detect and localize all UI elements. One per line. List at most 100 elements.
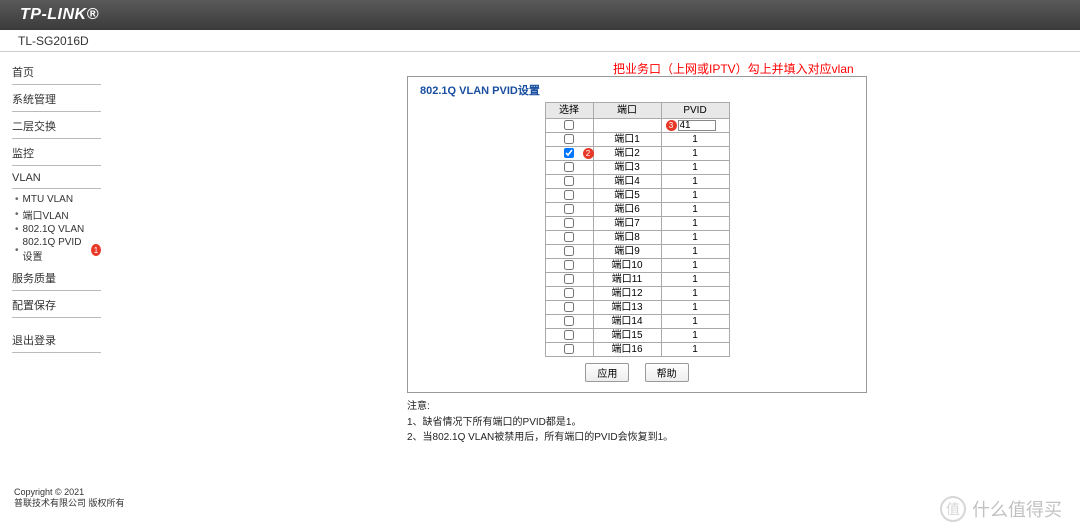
th-select: 选择 [545,103,593,119]
annotation-badge-3: 3 [666,120,677,131]
row-checkbox[interactable] [564,330,574,340]
row-checkbox[interactable] [564,190,574,200]
pvid-cell: 1 [661,287,729,301]
row-checkbox[interactable] [564,232,574,242]
row-checkbox[interactable] [564,344,574,354]
app-header: TP-LINK® [0,0,1080,30]
row-checkbox[interactable] [564,218,574,228]
port-cell: 端口11 [593,273,661,287]
pvid-cell: 1 [661,273,729,287]
port-cell: 端口7 [593,217,661,231]
table-row: 端口11 [545,133,729,147]
row-checkbox[interactable] [564,148,574,158]
pvid-cell: 1 [661,301,729,315]
table-row: 端口71 [545,217,729,231]
annotation-text: 把业务口（上网或IPTV）勾上并填入对应vlan [613,60,854,77]
table-row: 端口151 [545,329,729,343]
port-cell: 端口16 [593,343,661,357]
table-row: 端口51 [545,189,729,203]
sidebar-item-l2switch[interactable]: 二层交换 [12,116,101,139]
port-cell: 端口12 [593,287,661,301]
row-checkbox[interactable] [564,274,574,284]
pvid-input[interactable] [678,120,716,131]
annotation-badge-1: 1 [91,244,101,256]
pvid-cell: 1 [661,259,729,273]
pvid-cell: 1 [661,315,729,329]
sidebar-item-sysmgmt[interactable]: 系统管理 [12,89,101,112]
sidebar-item-monitor[interactable]: 监控 [12,143,101,166]
table-row: 端口161 [545,343,729,357]
table-row: 端口61 [545,203,729,217]
note-line-1: 1、缺省情况下所有端口的PVID都是1。 [407,413,867,428]
sidebar: 首页 系统管理 二层交换 监控 VLAN MTU VLAN 端口VLAN 802… [0,52,113,528]
row-checkbox[interactable] [564,302,574,312]
note-line-2: 2、当802.1Q VLAN被禁用后，所有端口的PVID会恢复到1。 [407,428,867,443]
pvid-cell: 1 [661,231,729,245]
row-checkbox[interactable] [564,288,574,298]
table-row: 端口101 [545,259,729,273]
sidebar-item-label: MTU VLAN [23,194,74,205]
pvid-cell: 1 [661,175,729,189]
pvid-cell: 1 [661,133,729,147]
row-checkbox[interactable] [564,176,574,186]
sidebar-item-dot1qvlan[interactable]: 802.1Q VLAN [12,223,101,236]
sidebar-item-home[interactable]: 首页 [12,62,101,85]
pvid-cell: 1 [661,245,729,259]
row-checkbox[interactable] [564,204,574,214]
sidebar-item-portvlan[interactable]: 端口VLAN [12,206,101,223]
sidebar-item-qos[interactable]: 服务质量 [12,268,101,291]
help-button[interactable]: 帮助 [645,363,689,382]
port-cell: 端口8 [593,231,661,245]
pvid-cell: 1 [661,161,729,175]
th-port: 端口 [593,103,661,119]
sidebar-item-pvid[interactable]: 802.1Q PVID设置 1 [12,236,101,264]
copyright: Copyright © 2021 普联技术有限公司 版权所有 [14,487,125,510]
table-row: 端口91 [545,245,729,259]
table-row: 端口131 [545,301,729,315]
sidebar-item-label: 802.1Q VLAN [23,224,85,235]
port-cell: 端口6 [593,203,661,217]
copyright-line1: Copyright © 2021 [14,487,125,499]
pvid-cell: 1 [661,147,729,161]
watermark-icon: 值 [940,496,966,522]
row-checkbox[interactable] [564,246,574,256]
pvid-cell: 1 [661,329,729,343]
port-cell: 端口9 [593,245,661,259]
table-row: 端口41 [545,175,729,189]
table-row: 端口31 [545,161,729,175]
button-row: 应用 帮助 [418,363,856,382]
port-cell: 端口10 [593,259,661,273]
select-all-checkbox[interactable] [564,120,574,130]
table-row: 端口81 [545,231,729,245]
table-header-row: 3 [545,119,729,133]
annotation-badge-2: 2 [583,148,594,159]
port-cell: 端口2 [593,147,661,161]
apply-button[interactable]: 应用 [585,363,629,382]
sidebar-item-cfgsave[interactable]: 配置保存 [12,295,101,318]
row-checkbox[interactable] [564,162,574,172]
table-row: 2端口21 [545,147,729,161]
port-cell: 端口14 [593,315,661,329]
copyright-line2: 普联技术有限公司 版权所有 [14,498,125,510]
sidebar-item-logout[interactable]: 退出登录 [12,330,101,353]
sidebar-item-mtuvlan[interactable]: MTU VLAN [12,193,101,206]
port-cell: 端口5 [593,189,661,203]
th-pvid: PVID [661,103,729,119]
pvid-cell: 1 [661,189,729,203]
row-checkbox[interactable] [564,260,574,270]
row-checkbox[interactable] [564,316,574,326]
port-cell: 端口4 [593,175,661,189]
port-cell: 端口3 [593,161,661,175]
pvid-cell: 1 [661,343,729,357]
port-cell: 端口13 [593,301,661,315]
pvid-cell: 1 [661,203,729,217]
watermark-text: 什么值得买 [972,496,1062,522]
table-row: 端口121 [545,287,729,301]
port-cell: 端口15 [593,329,661,343]
sidebar-item-vlan[interactable]: VLAN [12,170,101,189]
sidebar-item-label: 端口VLAN [23,207,69,222]
row-checkbox[interactable] [564,134,574,144]
panel-legend: 802.1Q VLAN PVID设置 [418,82,542,98]
main-content: 把业务口（上网或IPTV）勾上并填入对应vlan 802.1Q VLAN PVI… [113,52,1080,528]
port-cell: 端口1 [593,133,661,147]
